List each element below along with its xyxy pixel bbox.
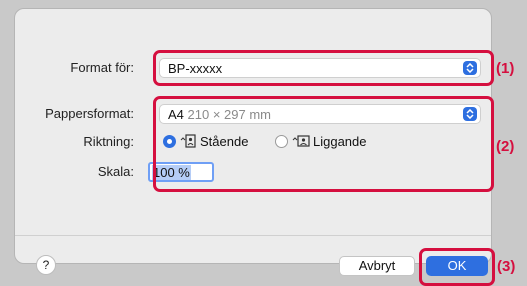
paper-size-label: Pappersformat: [45, 106, 134, 121]
format-for-label: Format för: [70, 60, 134, 75]
cancel-button[interactable]: Avbryt [339, 256, 415, 276]
help-button[interactable]: ? [36, 255, 56, 275]
orientation-label: Riktning: [83, 134, 134, 149]
callout-box-1 [153, 50, 494, 86]
scale-label: Skala: [97, 164, 134, 179]
divider [15, 235, 491, 236]
callout-box-2 [153, 96, 494, 192]
callout-1: (1) [496, 60, 515, 77]
callout-3: (3) [497, 258, 516, 275]
callout-box-3 [419, 248, 495, 286]
callout-2: (2) [496, 138, 515, 155]
